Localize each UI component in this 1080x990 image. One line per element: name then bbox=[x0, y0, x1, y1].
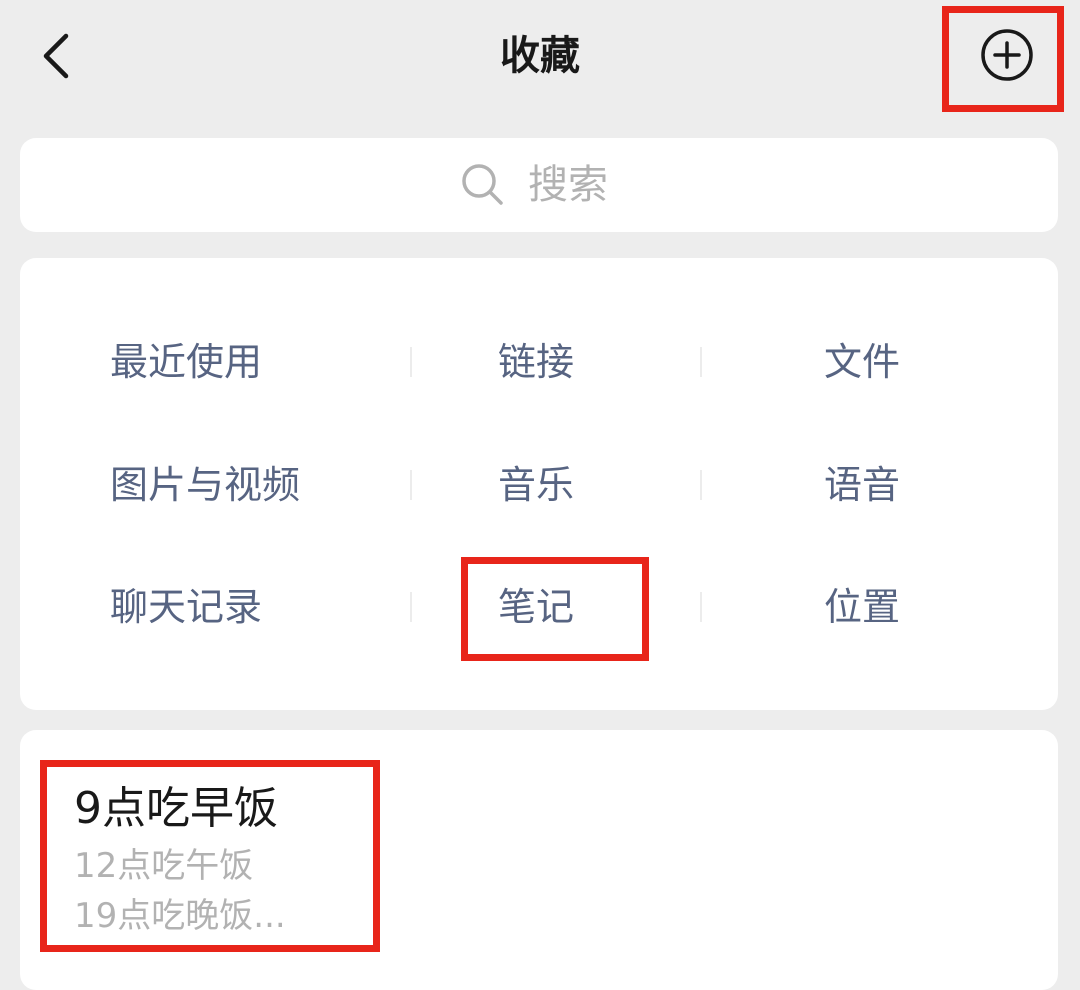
category-location[interactable]: 位置 bbox=[824, 582, 900, 632]
divider bbox=[700, 347, 702, 377]
category-voice[interactable]: 语音 bbox=[824, 460, 900, 510]
highlight-box-add bbox=[942, 6, 1064, 112]
category-chat-history[interactable]: 聊天记录 bbox=[110, 582, 262, 632]
category-links[interactable]: 链接 bbox=[498, 337, 574, 387]
highlight-box-note bbox=[40, 760, 380, 952]
divider bbox=[410, 592, 412, 622]
category-files[interactable]: 文件 bbox=[824, 337, 900, 387]
search-icon bbox=[458, 160, 508, 210]
category-music[interactable]: 音乐 bbox=[498, 460, 574, 510]
divider bbox=[700, 470, 702, 500]
category-recent[interactable]: 最近使用 bbox=[110, 337, 262, 387]
divider bbox=[410, 347, 412, 377]
divider bbox=[700, 592, 702, 622]
highlight-box-notes bbox=[461, 557, 649, 661]
page-title: 收藏 bbox=[500, 33, 580, 79]
category-images-videos[interactable]: 图片与视频 bbox=[110, 460, 300, 510]
divider bbox=[410, 470, 412, 500]
search-placeholder: 搜索 bbox=[528, 162, 608, 208]
